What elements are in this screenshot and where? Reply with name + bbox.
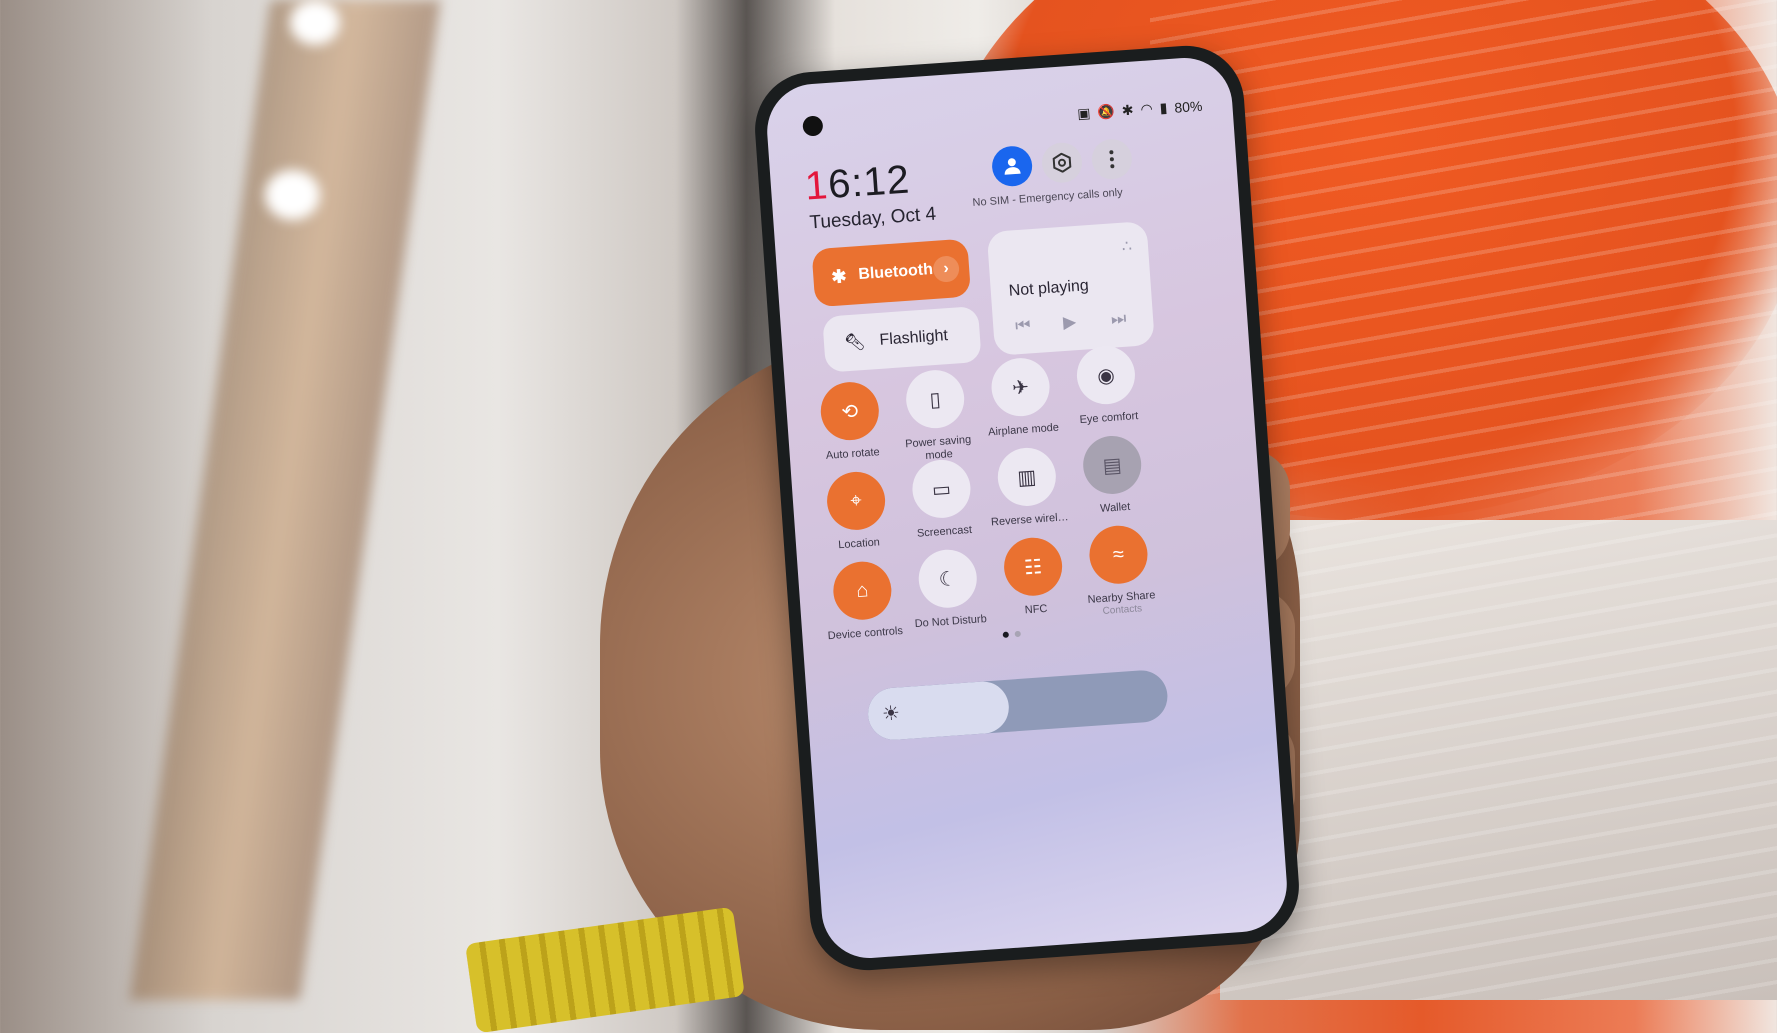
background-light [290,0,340,45]
wifi-icon: ◠ [1139,100,1154,118]
media-output-icon[interactable]: ∴ [1121,236,1133,257]
auto-rotate-icon: ⟲ [818,380,881,443]
reverse-wireless-icon: ▥ [995,445,1058,508]
wallet-icon: ▤ [1081,433,1144,496]
bluetooth-icon: ✱ [830,265,848,287]
tile-nfc[interactable]: ☷ NFC [986,535,1081,620]
clock-first-digit: 1 [803,163,830,209]
tile-label: Wallet [1099,500,1131,515]
bluetooth-icon: ✱ [1121,101,1135,119]
flashlight-icon: 🔦︎ [843,331,867,353]
play-button[interactable]: ▶ [1062,312,1076,333]
eye-icon: ◉ [1074,344,1137,407]
bluetooth-label: Bluetooth [857,261,934,284]
watch-strap [465,906,745,1033]
status-bar: ▣ 🔕 ✱ ◠ ▮ 80% [1077,97,1203,123]
tile-label: Location [837,536,881,552]
more-vert-icon [1109,150,1115,169]
airplane-icon: ✈ [989,356,1052,419]
bluetooth-tile[interactable]: ✱ Bluetooth › [811,238,972,308]
tile-device-controls[interactable]: ⌂ Device controls [815,559,910,644]
tile-power-saving-mode[interactable]: ▯ Power saving mode [888,367,984,465]
tile-label: Eye comfort [1079,410,1139,427]
tile-label: Device controls [827,624,904,643]
tile-location[interactable]: ⌖ Location [809,469,904,554]
next-track-button[interactable]: ⏭ [1110,309,1127,330]
page-indicator [1002,630,1021,638]
tile-label: Do Not Disturb [914,613,988,631]
bluetooth-expand-button[interactable]: › [932,255,961,283]
nfc-icon: ☷ [1002,535,1065,598]
quick-settings-panel: ▣ 🔕 ✱ ◠ ▮ 80% 16:12 Tuesday, Oct 4 No SI… [764,54,1290,962]
battery-percent: 80% [1173,97,1203,116]
page-dot-active[interactable] [1002,631,1009,638]
mute-icon: 🔕 [1096,102,1116,121]
phone: ▣ 🔕 ✱ ◠ ▮ 80% 16:12 Tuesday, Oct 4 No SI… [751,42,1303,974]
nfc-icon: ▣ [1076,104,1091,122]
tile-label: Airplane mode [987,421,1060,439]
sim-status: No SIM - Emergency calls only [972,186,1124,210]
more-options-button[interactable] [1090,137,1134,181]
flashlight-label: Flashlight [878,327,949,349]
user-button[interactable] [990,144,1034,188]
tile-wallet[interactable]: ▤ Wallet [1065,433,1160,518]
home-icon: ⌂ [831,559,894,622]
page-dot[interactable] [1014,630,1021,638]
moon-icon: ☾ [916,547,979,610]
flashlight-tile[interactable]: 🔦︎ Flashlight [822,305,982,373]
tile-label: Reverse wirel… [990,511,1069,529]
clock[interactable]: 16:12 [804,157,912,209]
tile-screencast[interactable]: ▭ Screencast [895,457,990,542]
location-icon: ⌖ [825,469,888,532]
media-player: ∴ Not playing ⏮ ▶ ⏭ [986,220,1155,356]
tile-airplane-mode[interactable]: ✈ Airplane mode [974,355,1069,440]
front-camera [802,115,824,137]
background-guitar [129,0,441,1000]
tile-label: Screencast [916,523,973,540]
date[interactable]: Tuesday, Oct 4 [809,204,937,235]
nearby-share-icon: ≈ [1087,523,1150,586]
battery-saver-icon: ▯ [904,368,967,431]
settings-button[interactable] [1040,141,1084,185]
chevron-right-icon: › [942,259,950,278]
tile-eye-comfort[interactable]: ◉ Eye comfort [1059,343,1154,428]
previous-track-button[interactable]: ⏮ [1015,315,1032,336]
tile-do-not-disturb[interactable]: ☾ Do Not Disturb [901,547,996,632]
tile-auto-rotate[interactable]: ⟲ Auto rotate [803,379,898,464]
brightness-slider[interactable]: ☀ [866,668,1170,742]
cast-icon: ▭ [910,457,973,520]
clock-rest: 6:12 [826,157,912,208]
user-icon [1004,158,1021,175]
quick-settings-grid: ⟲ Auto rotate ▯ Power saving mode ✈ Airplane … [764,55,1229,642]
gear-icon [1052,152,1072,173]
tile-reverse-wirel[interactable]: ▥ Reverse wirel… [980,445,1075,530]
battery-icon: ▮ [1159,99,1168,116]
tile-nearby-share[interactable]: ≈ Nearby Share Contacts [1072,523,1168,619]
tile-label: NFC [1024,602,1048,617]
tile-label: Auto rotate [825,446,881,462]
background-light [265,170,320,220]
media-status: Not playing [1008,277,1090,300]
auto-brightness-icon: ☀ [881,702,901,726]
